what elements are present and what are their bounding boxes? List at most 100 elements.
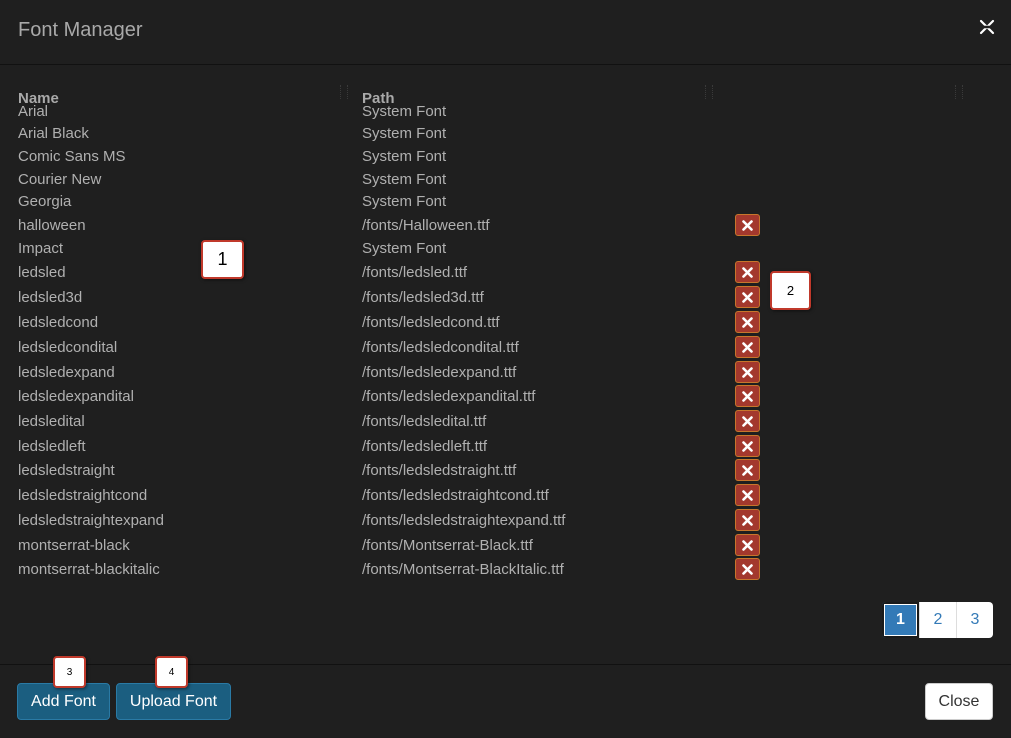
delete-font-button[interactable] [735, 311, 760, 333]
font-name-cell: ledsled [18, 264, 66, 281]
table-row[interactable]: montserrat-blackitalic/fonts/Montserrat-… [0, 558, 1011, 580]
table-row[interactable]: ledsledstraight/fonts/ledsledstraight.tt… [0, 459, 1011, 481]
font-path-cell: /fonts/Halloween.ttf [362, 217, 490, 234]
table-row[interactable]: ledsledital/fonts/ledsledital.ttf [0, 410, 1011, 432]
table-row[interactable]: ledsledstraightexpand/fonts/ledsledstrai… [0, 509, 1011, 531]
delete-x-icon [742, 465, 753, 476]
column-resize-handle[interactable] [955, 85, 963, 99]
table-row[interactable]: Arial System Font [0, 100, 1011, 122]
delete-x-icon [742, 220, 753, 231]
font-path-cell: /fonts/ledsledexpandital.ttf [362, 388, 536, 405]
modal-body: Name Path Arial System Font Arial Black Sys… [0, 65, 1011, 663]
upload-font-button[interactable]: Upload Font [116, 683, 231, 720]
table-row[interactable]: Courier New System Font [0, 168, 1011, 190]
font-path-cell: System Font [362, 103, 447, 120]
table-row[interactable]: ledsled3d/fonts/ledsled3d.ttf [0, 286, 1011, 308]
font-path-cell: /fonts/ledsledcondital.ttf [362, 339, 519, 356]
font-name-cell: ledsledital [18, 413, 85, 430]
table-row[interactable]: halloween/fonts/Halloween.ttf [0, 214, 1011, 236]
delete-font-button[interactable] [735, 558, 760, 580]
page-2-button[interactable]: 2 [919, 602, 956, 638]
delete-font-button[interactable] [735, 435, 760, 457]
font-name-cell: ledsledleft [18, 438, 86, 455]
delete-font-button[interactable] [735, 286, 760, 308]
delete-x-icon [742, 515, 753, 526]
delete-font-button[interactable] [735, 459, 760, 481]
column-resize-handle[interactable] [705, 85, 713, 99]
modal-title: Font Manager [18, 19, 143, 41]
font-manager-modal: Font Manager Name Path Arial System Font A… [0, 0, 1011, 737]
font-name-cell: Comic Sans MS [18, 148, 126, 165]
font-name-cell: ledsled3d [18, 289, 83, 306]
font-path-cell: System Font [362, 193, 447, 210]
font-path-cell: /fonts/Montserrat-BlackItalic.ttf [362, 561, 564, 578]
table-row[interactable]: ledsledexpandital/fonts/ledsledexpandita… [0, 385, 1011, 407]
callout-2: 2 [770, 271, 811, 310]
font-path-cell: /fonts/Montserrat-Black.ttf [362, 537, 533, 554]
delete-font-button[interactable] [735, 509, 760, 531]
delete-x-icon [742, 391, 753, 402]
pagination: 123 [882, 602, 993, 638]
delete-x-icon [742, 342, 753, 353]
table-row[interactable]: montserrat-black/fonts/Montserrat-Black.… [0, 534, 1011, 556]
delete-font-button[interactable] [735, 534, 760, 556]
delete-x-icon [742, 490, 753, 501]
delete-font-button[interactable] [735, 214, 760, 236]
modal-header: Font Manager [0, 0, 1011, 65]
delete-x-icon [742, 564, 753, 575]
font-path-cell: /fonts/ledsledstraight.ttf [362, 462, 517, 479]
font-name-cell: Arial Black [18, 125, 89, 142]
delete-font-button[interactable] [735, 484, 760, 506]
page-3-button[interactable]: 3 [956, 602, 993, 638]
font-name-cell: ledsledcond [18, 314, 99, 331]
delete-x-icon [742, 367, 753, 378]
font-name-cell: montserrat-black [18, 537, 130, 554]
font-path-cell: /fonts/ledsledital.ttf [362, 413, 487, 430]
font-name-cell: Courier New [18, 171, 102, 188]
font-name-cell: halloween [18, 217, 86, 234]
delete-x-icon [742, 540, 753, 551]
font-path-cell: System Font [362, 125, 447, 142]
font-name-cell: Impact [18, 240, 64, 257]
table-row[interactable]: Impact System Font [0, 237, 1011, 259]
delete-font-button[interactable] [735, 336, 760, 358]
table-row[interactable]: Georgia System Font [0, 190, 1011, 212]
column-resize-handle[interactable] [340, 85, 348, 99]
table-row[interactable]: ledsledcond/fonts/ledsledcond.ttf [0, 311, 1011, 333]
delete-font-button[interactable] [735, 261, 760, 283]
font-name-cell: ledsledexpandital [18, 388, 134, 405]
close-button[interactable]: Close [925, 683, 993, 720]
page-1-button[interactable]: 1 [882, 602, 919, 638]
table-row[interactable]: ledsledleft/fonts/ledsledleft.ttf [0, 435, 1011, 457]
table-row[interactable]: Arial Black System Font [0, 122, 1011, 144]
font-name-cell: ledsledstraight [18, 462, 115, 479]
callout-4: 4 [155, 656, 188, 688]
delete-x-icon [742, 267, 753, 278]
font-name-cell: ledsledexpand [18, 364, 115, 381]
delete-x-icon [742, 317, 753, 328]
add-font-button[interactable]: Add Font [17, 683, 110, 720]
font-name-cell: ledsledstraightexpand [18, 512, 164, 529]
font-path-cell: /fonts/ledsled3d.ttf [362, 289, 484, 306]
table-row[interactable]: ledsledexpand/fonts/ledsledexpand.ttf [0, 361, 1011, 383]
font-path-cell: /fonts/ledsledleft.ttf [362, 438, 488, 455]
table-row[interactable]: ledsledstraightcond/fonts/ledsledstraigh… [0, 484, 1011, 506]
font-name-cell: Arial [18, 103, 49, 120]
font-path-cell: System Font [362, 148, 447, 165]
table-row[interactable]: Comic Sans MS System Font [0, 145, 1011, 167]
font-path-cell: /fonts/ledsledcond.ttf [362, 314, 500, 331]
close-x-icon[interactable] [979, 18, 995, 36]
font-path-cell: /fonts/ledsled.ttf [362, 264, 468, 281]
font-path-cell: /fonts/ledsledstraightexpand.ttf [362, 512, 566, 529]
font-name-cell: montserrat-blackitalic [18, 561, 160, 578]
delete-x-icon [742, 292, 753, 303]
delete-font-button[interactable] [735, 410, 760, 432]
table-row[interactable]: ledsled/fonts/ledsled.ttf [0, 261, 1011, 283]
delete-font-button[interactable] [735, 361, 760, 383]
delete-x-icon [742, 441, 753, 452]
table-row[interactable]: ledsledcondital/fonts/ledsledcondital.tt… [0, 336, 1011, 358]
delete-font-button[interactable] [735, 385, 760, 407]
font-path-cell: System Font [362, 171, 447, 188]
delete-x-icon [742, 416, 753, 427]
font-name-cell: Georgia [18, 193, 72, 210]
